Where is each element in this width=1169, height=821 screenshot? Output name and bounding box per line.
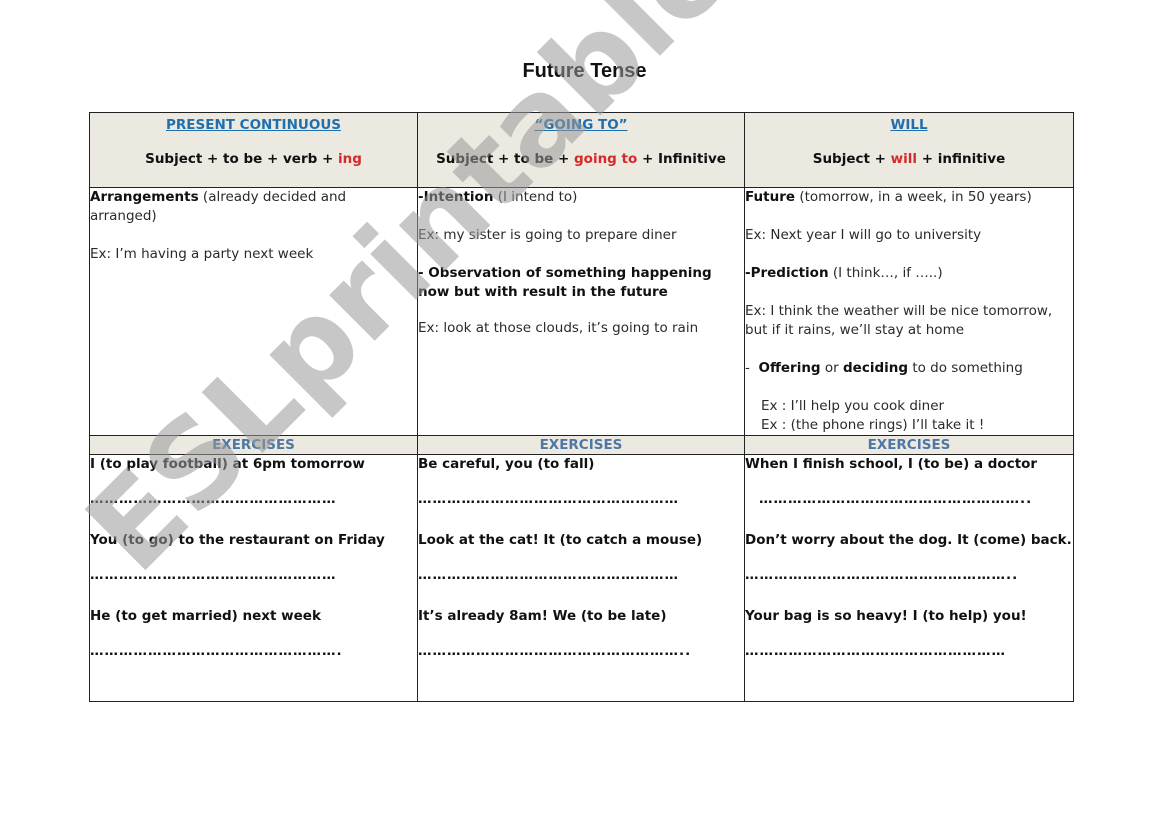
column-title: “GOING TO” [534, 117, 628, 133]
answer-blank[interactable]: ……………………………………………. [90, 642, 417, 661]
usage-item: Arrangements (already decided and arrang… [90, 188, 417, 226]
answer-blank[interactable]: ……………………………………………… [745, 642, 1073, 661]
exercise-question: It’s already 8am! We (to be late) [418, 608, 667, 624]
exercises-row: I (to play football) at 6pm tomorrow ………… [89, 454, 1074, 702]
column-title: PRESENT CONTINUOUS [166, 117, 341, 133]
column-title: WILL [890, 117, 928, 133]
usage-term: Offering [758, 360, 821, 376]
header-going-to: “GOING TO” Subject + to be + going to + … [417, 112, 745, 188]
usage-example: Ex: look at those clouds, it’s going to … [418, 320, 699, 336]
exercises-label: EXERCISES [417, 435, 745, 455]
usage-example: Ex : (the phone rings) I’ll take it ! [761, 417, 985, 433]
formula-text: Subject + to be + [436, 151, 574, 167]
usage-example: Ex: I’m having a party next week [90, 246, 314, 262]
exercises-label: EXERCISES [89, 435, 418, 455]
usage-term: -Intention [418, 189, 494, 205]
usage-desc: to do something [908, 360, 1023, 376]
header-row: PRESENT CONTINUOUS Subject + to be + ver… [89, 112, 1074, 188]
exercise-question: Be careful, you (to fall) [418, 456, 595, 472]
usage-example: Ex: Next year I will go to university [745, 227, 982, 243]
usage-example: Ex: my sister is going to prepare diner [418, 227, 677, 243]
formula: Subject + to be + verb + ing [90, 151, 417, 167]
usage-example: Ex : I’ll help you cook diner [761, 398, 945, 414]
answer-blank[interactable]: ……………………………………………….. [745, 490, 1073, 509]
exercise-question: When I finish school, I (to be) a doctor [745, 456, 1038, 472]
exercises-label: EXERCISES [744, 435, 1074, 455]
usage-term: -Prediction [745, 265, 829, 281]
answer-blank[interactable]: ……………………………………………….. [418, 642, 744, 661]
formula-text: + Infinitive [637, 151, 726, 167]
formula-highlight: will [890, 151, 918, 167]
usage-desc: (I intend to) [493, 189, 578, 205]
formula-text: Subject + [812, 151, 891, 167]
answer-blank[interactable]: ……………………………………………….. [745, 566, 1073, 585]
formula-highlight: ing [338, 151, 362, 167]
usage-desc: or [820, 360, 844, 376]
formula-highlight: going to [574, 151, 638, 167]
usage-term: Future [745, 189, 796, 205]
answer-blank[interactable]: ……………………………………………… [418, 490, 744, 509]
usage-item: - Observation of something happening now… [418, 264, 744, 302]
exercise-question: He (to get married) next week [90, 608, 321, 624]
usage-example: Ex: I think the weather will be nice tom… [745, 303, 1053, 338]
exercise-question: Don’t worry about the dog. It (come) bac… [745, 532, 1072, 548]
usage-item: -Intention (I intend to) [418, 188, 744, 207]
usage-term: deciding [843, 360, 909, 376]
exercise-question: Your bag is so heavy! I (to help) you! [745, 608, 1027, 624]
usage-row: Arrangements (already decided and arrang… [89, 187, 1074, 436]
usage-item: - Offering or deciding to do something [745, 359, 1073, 378]
future-tense-table: PRESENT CONTINUOUS Subject + to be + ver… [89, 112, 1074, 702]
answer-blank[interactable]: …………………………………………… [90, 490, 417, 509]
usage-present-continuous: Arrangements (already decided and arrang… [89, 187, 418, 436]
header-will: WILL Subject + will + infinitive [744, 112, 1074, 188]
exercises-present-continuous: I (to play football) at 6pm tomorrow ………… [89, 454, 418, 702]
header-present-continuous: PRESENT CONTINUOUS Subject + to be + ver… [89, 112, 418, 188]
formula-text: + infinitive [917, 151, 1006, 167]
usage-term: Arrangements [90, 189, 199, 205]
exercises-going-to: Be careful, you (to fall) ……………………………………… [417, 454, 745, 702]
exercise-question: You (to go) to the restaurant on Friday [90, 532, 385, 548]
document-title: Future Tense [522, 60, 647, 82]
formula-text: Subject + to be + verb + [145, 151, 338, 167]
usage-will: Future (tomorrow, in a week, in 50 years… [744, 187, 1074, 436]
exercise-question: Look at the cat! It (to catch a mouse) [418, 532, 703, 548]
bullet-dash: - [745, 360, 759, 376]
usage-desc: (tomorrow, in a week, in 50 years) [795, 189, 1032, 205]
exercise-question: I (to play football) at 6pm tomorrow [90, 456, 365, 472]
usage-desc: (I think…, if …..) [828, 265, 943, 281]
usage-term: - Observation of something happening now… [418, 265, 712, 300]
usage-going-to: -Intention (I intend to) Ex: my sister i… [417, 187, 745, 436]
exercises-header-row: EXERCISES EXERCISES EXERCISES [89, 435, 1074, 455]
exercises-will: When I finish school, I (to be) a doctor… [744, 454, 1074, 702]
usage-item: -Prediction (I think…, if …..) [745, 264, 1073, 283]
formula: Subject + to be + going to + Infinitive [418, 151, 744, 167]
answer-blank[interactable]: …………………………………………… [90, 566, 417, 585]
formula: Subject + will + infinitive [745, 151, 1073, 167]
answer-blank[interactable]: ……………………………………………… [418, 566, 744, 585]
usage-item: Future (tomorrow, in a week, in 50 years… [745, 188, 1073, 207]
